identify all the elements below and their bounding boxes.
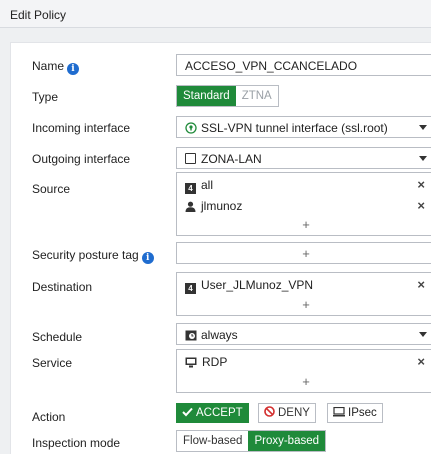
chevron-down-icon [419, 125, 427, 130]
user-icon [185, 201, 196, 212]
add-posture-tag-button[interactable]: + [177, 246, 431, 261]
chevron-down-icon [419, 156, 427, 161]
source-item-all: 4 all [185, 178, 213, 194]
schedule-label: Schedule [32, 330, 83, 344]
remove-source-all-button[interactable]: × [417, 177, 425, 192]
name-input[interactable]: ACCESO_VPN_CCANCELADO [176, 54, 431, 76]
inspection-mode-toggle: Flow-based Proxy-based [176, 430, 327, 452]
schedule-value: always [201, 328, 238, 342]
type-label: Type [32, 90, 59, 104]
address-icon: 4 [185, 183, 196, 194]
dialog-title: Edit Policy [10, 8, 67, 22]
security-posture-tag-label: Security posture tag i [32, 248, 154, 264]
zone-icon [185, 153, 196, 164]
action-label: Action [32, 410, 66, 424]
action-deny-button[interactable]: DENY [258, 403, 316, 423]
ssl-vpn-icon [185, 122, 197, 134]
chevron-down-icon [419, 332, 427, 337]
block-icon [264, 406, 275, 417]
destination-item: 4 User_JLMunoz_VPN [185, 278, 313, 294]
destination-list: 4 User_JLMunoz_VPN × + [176, 272, 431, 316]
remove-service-button[interactable]: × [417, 354, 425, 369]
inspection-proxy-option[interactable]: Proxy-based [248, 431, 326, 451]
type-standard-option[interactable]: Standard [177, 86, 236, 106]
service-item-rdp: RDP [185, 355, 227, 369]
incoming-interface-label: Incoming interface [32, 121, 131, 135]
info-icon[interactable]: i [141, 252, 154, 264]
inspection-mode-label: Inspection mode [32, 436, 121, 450]
type-toggle: Standard ZTNA [176, 85, 279, 107]
check-icon [182, 407, 193, 417]
security-posture-tag-list: + [176, 242, 431, 264]
incoming-interface-select[interactable]: SSL-VPN tunnel interface (ssl.root) [176, 116, 431, 138]
service-list: RDP × + [176, 349, 431, 393]
name-label: Name i [32, 59, 80, 75]
type-ztna-option[interactable]: ZTNA [236, 86, 278, 106]
outgoing-interface-label: Outgoing interface [32, 152, 131, 166]
add-source-button[interactable]: + [177, 217, 431, 232]
incoming-interface-value: SSL-VPN tunnel interface (ssl.root) [201, 121, 388, 135]
destination-label: Destination [32, 280, 93, 294]
source-item-jlmunoz: jlmunoz [185, 199, 242, 213]
outgoing-interface-select[interactable]: ZONA-LAN [176, 147, 431, 169]
schedule-select[interactable]: always [176, 323, 431, 345]
source-list: 4 all × jlmunoz × + [176, 172, 431, 236]
address-icon: 4 [185, 283, 196, 294]
remove-destination-button[interactable]: × [417, 277, 425, 292]
calendar-icon [185, 330, 197, 341]
inspection-flow-option[interactable]: Flow-based [177, 431, 248, 451]
remove-source-jlmunoz-button[interactable]: × [417, 198, 425, 213]
add-destination-button[interactable]: + [177, 297, 431, 312]
action-accept-button[interactable]: ACCEPT [176, 403, 249, 423]
outgoing-interface-value: ZONA-LAN [201, 152, 262, 166]
monitor-icon [333, 406, 345, 417]
remote-desktop-icon [185, 357, 197, 368]
add-service-button[interactable]: + [177, 374, 431, 389]
action-ipsec-button[interactable]: IPsec [327, 403, 383, 423]
service-label: Service [32, 356, 73, 370]
dialog-header: Edit Policy [0, 0, 431, 28]
source-label: Source [32, 182, 71, 196]
info-icon[interactable]: i [67, 63, 80, 75]
